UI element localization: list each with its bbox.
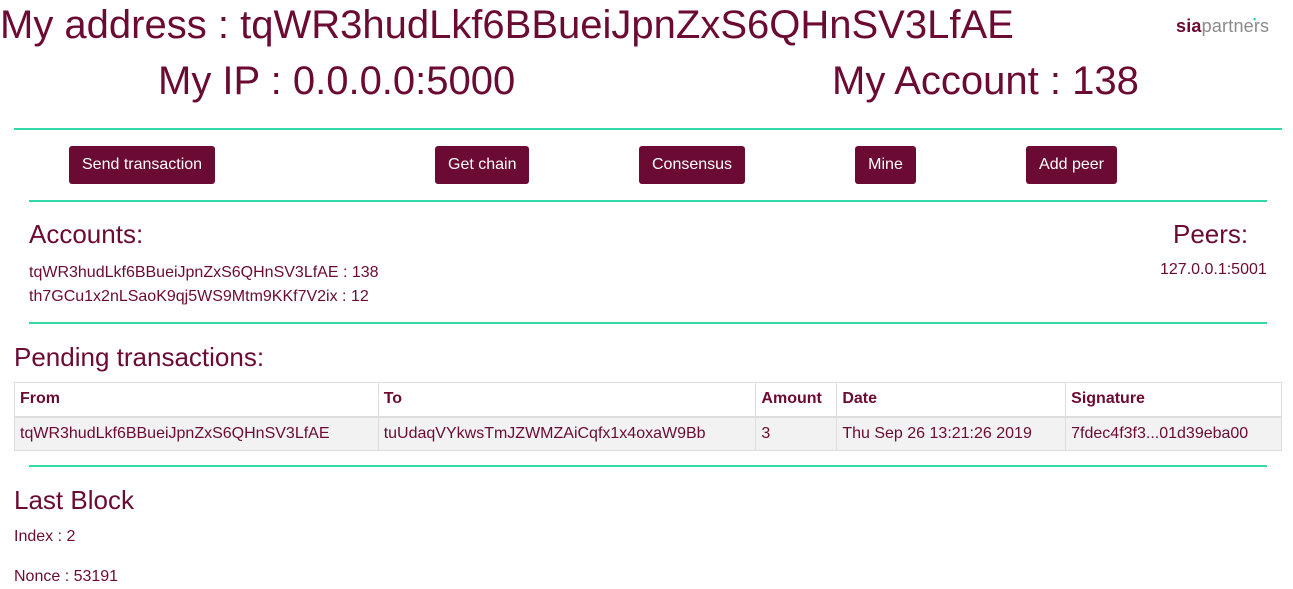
pending-transactions-title: Pending transactions: — [14, 342, 265, 372]
divider — [29, 200, 1267, 202]
consensus-button[interactable]: Consensus — [639, 146, 745, 184]
cell-amount: 3 — [755, 416, 838, 451]
column-header-to: To — [377, 382, 757, 417]
accounts-title: Accounts: — [29, 219, 144, 249]
cell-date: Thu Sep 26 13:21:26 2019 — [836, 416, 1067, 451]
peers-list: 127.0.0.1:5001 — [1160, 261, 1267, 279]
cell-from: tqWR3hudLkf6BBueiJpnZxS6QHnSV3LfAE — [14, 416, 379, 451]
accounts-list: tqWR3hudLkf6BBueiJpnZxS6QHnSV3LfAE : 138… — [29, 261, 379, 309]
my-address-heading: My address : tqWR3hudLkf6BBueiJpnZxS6QHn… — [0, 3, 1014, 47]
block-index: Index : 2 — [14, 528, 76, 545]
logo-dot-icon: ▪ — [1253, 14, 1257, 24]
peers-title: Peers: — [1173, 219, 1249, 249]
block-nonce: Nonce : 53191 — [14, 568, 119, 585]
column-header-amount: Amount — [755, 382, 838, 417]
mine-button[interactable]: Mine — [855, 146, 916, 184]
divider — [14, 128, 1282, 130]
cell-signature: 7fdec4f3f3...01d39eba00 — [1065, 416, 1282, 451]
divider — [29, 465, 1267, 467]
get-chain-button[interactable]: Get chain — [435, 146, 529, 184]
divider — [29, 322, 1267, 324]
table-row: tqWR3hudLkf6BBueiJpnZxS6QHnSV3LfAE tuUda… — [14, 416, 1282, 451]
cell-to: tuUdaqVYkwsTmJZWMZAiCqfx1x4oxaW9Bb — [377, 416, 757, 451]
pending-transactions-table: From To Amount Date Signature tqWR3hudLk… — [14, 382, 1282, 451]
account-item: tqWR3hudLkf6BBueiJpnZxS6QHnSV3LfAE : 138 — [29, 264, 379, 281]
my-ip-heading: My IP : 0.0.0.0:5000 — [158, 59, 516, 103]
peer-item: 127.0.0.1:5001 — [1160, 261, 1267, 278]
send-transaction-button[interactable]: Send transaction — [69, 146, 215, 184]
column-header-date: Date — [836, 382, 1067, 417]
siapartners-logo: siapartners ▪ — [1176, 14, 1270, 37]
logo-text-sia: sia — [1176, 16, 1202, 36]
column-header-signature: Signature — [1065, 382, 1282, 417]
add-peer-button[interactable]: Add peer — [1026, 146, 1117, 184]
my-account-heading: My Account : 138 — [832, 59, 1139, 103]
table-header-row: From To Amount Date Signature — [14, 382, 1282, 417]
column-header-from: From — [14, 382, 379, 417]
logo-text-partners: partners — [1201, 16, 1270, 36]
account-item: th7GCu1x2nLSaoK9qj5WS9Mtm9KKf7V2ix : 12 — [29, 288, 369, 305]
last-block-title: Last Block — [14, 485, 134, 515]
